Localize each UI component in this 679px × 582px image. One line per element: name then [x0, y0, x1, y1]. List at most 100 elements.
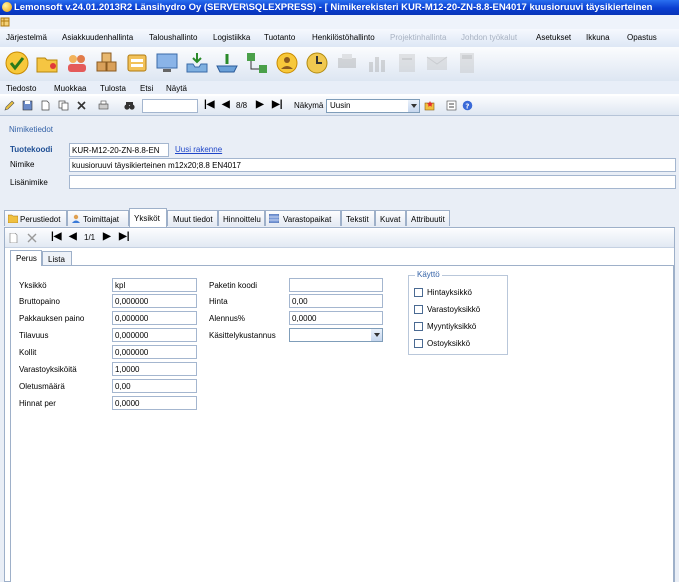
- tab-lista[interactable]: Lista: [42, 251, 72, 265]
- document-grid-icon[interactable]: [0, 17, 10, 27]
- menu-johdon-tyokalut: Johdon työkalut: [461, 33, 518, 42]
- varastoyksikko-checkbox[interactable]: [414, 305, 423, 314]
- menu-tulosta[interactable]: Tulosta: [100, 84, 126, 93]
- oletusmaara-input[interactable]: 0,00: [112, 379, 197, 393]
- menu-asiakkuudenhallinta[interactable]: Asiakkuudenhallinta: [62, 33, 133, 42]
- favorites-icon[interactable]: [424, 100, 435, 111]
- hintayksikko-checkbox[interactable]: [414, 288, 423, 297]
- person-icon: [72, 214, 80, 223]
- monitor-icon[interactable]: [154, 50, 180, 76]
- print-icon[interactable]: [98, 100, 109, 111]
- stack-icon[interactable]: [124, 50, 150, 76]
- menu-opastus[interactable]: Opastus: [627, 33, 657, 42]
- hinta-label: Hinta: [209, 297, 228, 306]
- clock-icon[interactable]: [304, 50, 330, 76]
- menu-muokkaa[interactable]: Muokkaa: [54, 84, 86, 93]
- nimike-input[interactable]: kuusioruuvi täysikierteinen m12x20;8.8 E…: [69, 158, 676, 172]
- menu-taloushallinto[interactable]: Taloushallinto: [149, 33, 197, 42]
- chevron-down-icon[interactable]: [408, 100, 419, 112]
- binoculars-icon[interactable]: [124, 100, 135, 111]
- alennus-label: Alennus%: [209, 314, 246, 323]
- last-unit-icon[interactable]: ▶|: [119, 231, 130, 242]
- inbox-tray-icon[interactable]: [184, 50, 210, 76]
- tab-toimittajat[interactable]: Toimittajat: [67, 210, 129, 226]
- first-unit-icon[interactable]: |◀: [51, 231, 62, 242]
- tuotekoodi-input[interactable]: KUR-M12-20-ZN-8.8-EN: [69, 143, 169, 157]
- yksikko-input[interactable]: kpl: [112, 278, 197, 292]
- help-icon[interactable]: ?: [462, 100, 473, 111]
- folder-icon[interactable]: [34, 50, 60, 76]
- tree-icon[interactable]: [244, 50, 270, 76]
- person-globe-icon[interactable]: [274, 50, 300, 76]
- next-unit-icon[interactable]: ▶: [103, 231, 111, 242]
- lisanimike-input[interactable]: [69, 175, 676, 189]
- bruttopaino-label: Bruttopaino: [19, 297, 60, 306]
- tab-attribuutit[interactable]: Attribuutit: [406, 210, 450, 226]
- nimike-label: Nimike: [10, 160, 35, 169]
- pakkauksen-paino-input[interactable]: 0,000000: [112, 311, 197, 325]
- edit-icon[interactable]: [4, 100, 15, 111]
- record-toolbar: |◀ ◀ 8/8 ▶ ▶| Näkymä Uusin ?: [0, 96, 679, 116]
- tab-muut-tiedot[interactable]: Muut tiedot: [167, 210, 218, 226]
- menu-logistiikka[interactable]: Logistiikka: [213, 33, 250, 42]
- hinnat-per-input[interactable]: 0,0000: [112, 396, 197, 410]
- menu-ikkuna[interactable]: Ikkuna: [586, 33, 610, 42]
- delete-row-icon[interactable]: [27, 233, 37, 243]
- list-view-icon[interactable]: [446, 100, 457, 111]
- new-document-icon[interactable]: [40, 100, 51, 111]
- bruttopaino-input[interactable]: 0,000000: [112, 294, 197, 308]
- previous-unit-icon[interactable]: ◀: [69, 231, 77, 242]
- menu-tuotanto[interactable]: Tuotanto: [264, 33, 295, 42]
- chevron-down-icon[interactable]: [371, 329, 382, 341]
- menu-henkilostohallinto[interactable]: Henkilöstöhallinto: [312, 33, 375, 42]
- tilavuus-label: Tilavuus: [19, 331, 49, 340]
- tab-yksikot[interactable]: Yksiköt: [129, 208, 167, 227]
- varastoyksikoita-label: Varastoyksiköitä: [19, 365, 77, 374]
- varastoyksikoita-input[interactable]: 1,0000: [112, 362, 197, 376]
- previous-record-icon[interactable]: ◀: [222, 99, 230, 110]
- tab-hinnoittelu[interactable]: Hinnoittelu: [218, 210, 265, 226]
- menu-nayta[interactable]: Näytä: [166, 84, 187, 93]
- view-select-value: Uusin: [330, 101, 351, 110]
- menu-jarjestelma[interactable]: Järjestelmä: [6, 33, 47, 42]
- check-mark-icon[interactable]: [4, 50, 30, 76]
- hintayksikko-label: Hintayksikkö: [427, 288, 472, 297]
- title-bar: Lemonsoft v.24.01.2013R2 Länsihydro Oy (…: [0, 0, 679, 15]
- search-field[interactable]: [142, 99, 198, 113]
- menu-tiedosto[interactable]: Tiedosto: [6, 84, 36, 93]
- tab-tekstit[interactable]: Tekstit: [341, 210, 375, 226]
- tab-perustiedot[interactable]: Perustiedot: [4, 210, 67, 226]
- scale-icon[interactable]: [214, 50, 240, 76]
- chart-icon: [369, 57, 385, 72]
- last-record-icon[interactable]: ▶|: [272, 99, 283, 110]
- copy-icon[interactable]: [58, 100, 69, 111]
- paketin-koodi-input[interactable]: [289, 278, 383, 292]
- hinta-input[interactable]: 0,00: [289, 294, 383, 308]
- people-icon[interactable]: [64, 50, 90, 76]
- delete-icon[interactable]: [76, 100, 87, 111]
- tab-kuvat[interactable]: Kuvat: [375, 210, 406, 226]
- new-row-icon[interactable]: [9, 233, 19, 243]
- tab-varastopaikat[interactable]: Varastopaikat: [265, 210, 341, 226]
- first-record-icon[interactable]: |◀: [204, 99, 215, 110]
- tilavuus-input[interactable]: 0,000000: [112, 328, 197, 342]
- menu-etsi[interactable]: Etsi: [140, 84, 153, 93]
- mdi-strip: [0, 15, 679, 29]
- alennus-input[interactable]: 0,0000: [289, 311, 383, 325]
- tab-perus[interactable]: Perus: [10, 250, 42, 266]
- myyntiyksikko-checkbox[interactable]: [414, 322, 423, 331]
- lisanimike-label: Lisänimike: [10, 178, 48, 187]
- next-record-icon[interactable]: ▶: [256, 99, 264, 110]
- uusi-rakenne-link[interactable]: Uusi rakenne: [175, 145, 222, 154]
- ostoyksikko-checkbox[interactable]: [414, 339, 423, 348]
- record-position: 8/8: [236, 101, 248, 110]
- kasittelykustannus-select[interactable]: [289, 328, 383, 342]
- kollit-input[interactable]: 0,000000: [112, 345, 197, 359]
- view-select[interactable]: Uusin: [326, 99, 420, 113]
- kasittelykustannus-label: Käsittelykustannus: [209, 331, 276, 340]
- unit-position: 1/1: [84, 233, 96, 242]
- nimiketiedot-legend: Nimiketiedot: [9, 125, 54, 134]
- menu-asetukset[interactable]: Asetukset: [536, 33, 571, 42]
- save-icon[interactable]: [22, 100, 33, 111]
- boxes-icon[interactable]: [94, 50, 120, 76]
